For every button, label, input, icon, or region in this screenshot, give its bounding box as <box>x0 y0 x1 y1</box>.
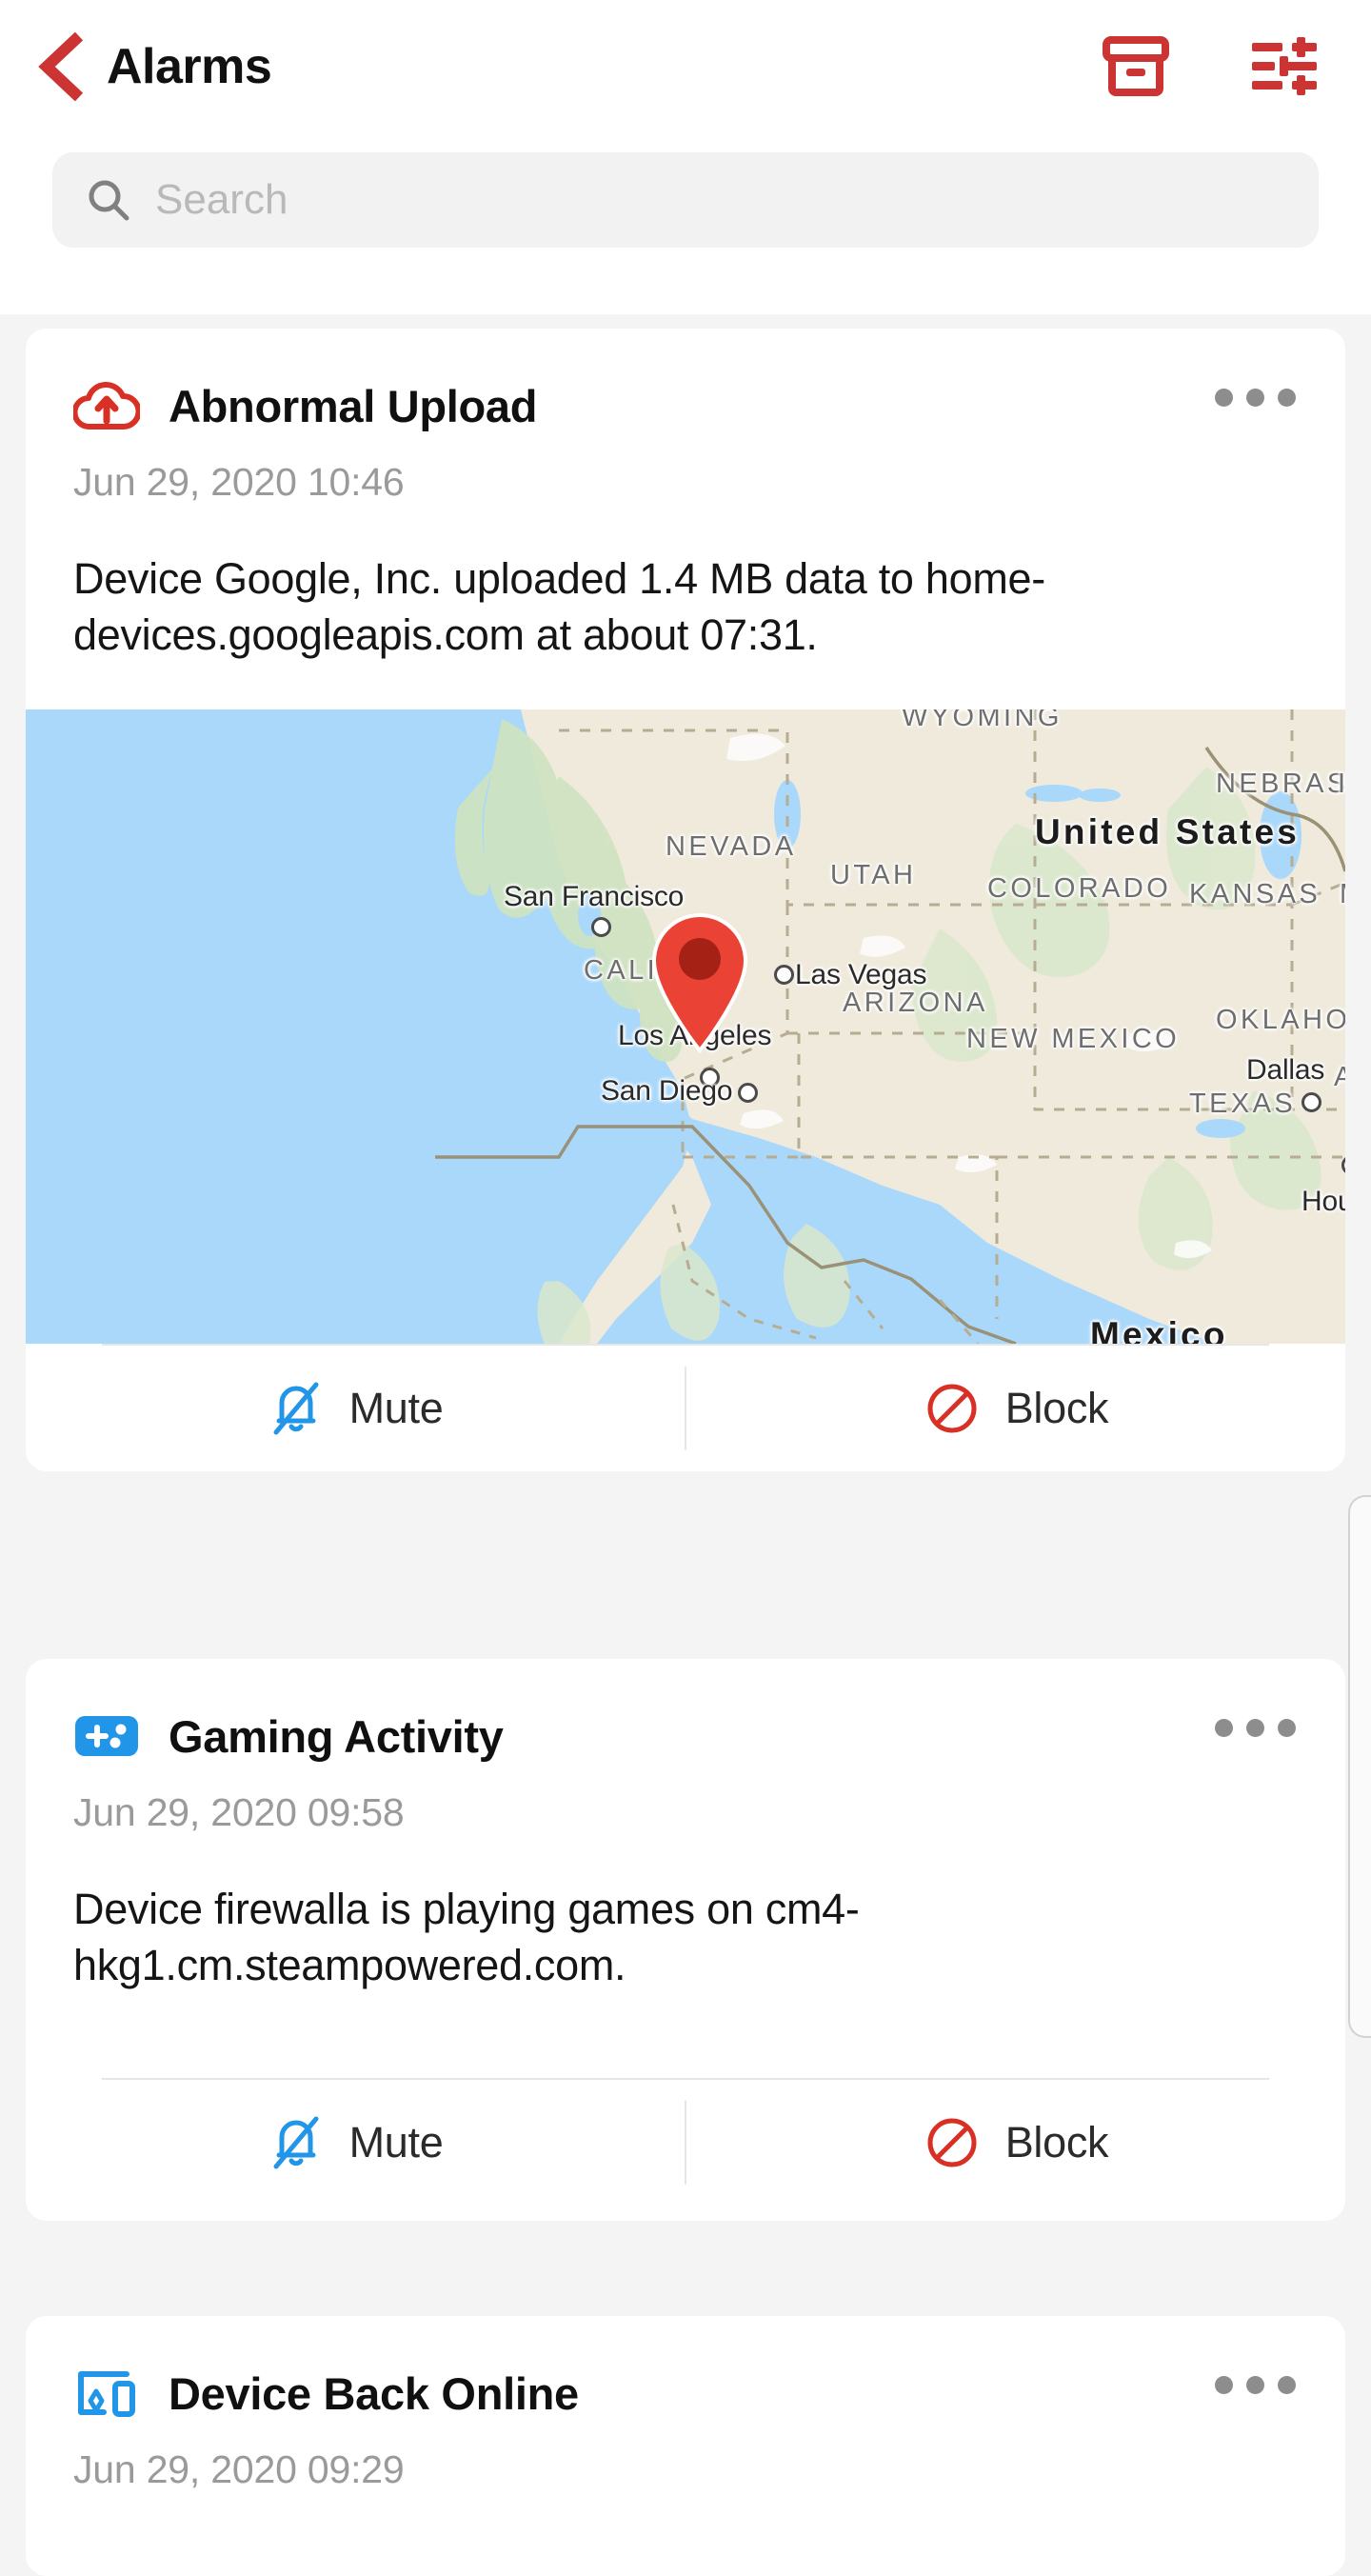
map-dot-los-angeles <box>700 1067 720 1088</box>
bell-slash-icon <box>268 1380 325 1437</box>
mute-label: Mute <box>348 2117 444 2167</box>
alarm-message: Device firewalla is playing games on cm4… <box>73 1885 860 1990</box>
archive-box-icon <box>1103 36 1169 96</box>
search-section <box>0 133 1371 314</box>
search-icon <box>87 178 130 222</box>
more-options-icon <box>1215 2375 1233 2394</box>
filter-button[interactable] <box>1243 26 1325 108</box>
app-header: Alarms <box>0 0 1371 133</box>
alarm-options-button[interactable] <box>1214 2366 1296 2404</box>
block-label: Block <box>1004 2117 1109 2167</box>
more-options-icon <box>1215 388 1233 407</box>
gamepad-icon <box>73 1703 140 1769</box>
more-options-icon <box>1215 1718 1233 1737</box>
alarm-title: Device Back Online <box>169 2367 579 2419</box>
block-circle-icon <box>924 1380 981 1437</box>
mute-label: Mute <box>348 1383 444 1432</box>
alarm-actions: Mute Block <box>26 1346 1345 1471</box>
alarm-card-device-back-online[interactable]: Device Back Online Jun 29, 2020 09:29 <box>26 2316 1345 2576</box>
archive-button[interactable] <box>1095 26 1177 108</box>
block-button[interactable]: Block <box>686 1346 1345 1471</box>
alarm-card-header: Abnormal Upload <box>26 329 1345 439</box>
alarm-card-header: Gaming Activity <box>26 1659 1345 1769</box>
alarm-options-button[interactable] <box>1214 1708 1296 1747</box>
alarm-actions: Mute Block <box>26 2080 1345 2206</box>
alarm-card-abnormal-upload[interactable]: Abnormal Upload Jun 29, 2020 10:46 Devic… <box>26 329 1345 1471</box>
alarm-message: Device Google, Inc. uploaded 1.4 MB data… <box>73 554 1045 660</box>
alarm-card-header: Device Back Online <box>26 2316 1345 2426</box>
block-button[interactable]: Block <box>686 2080 1345 2206</box>
map-location-pin <box>648 911 751 1054</box>
alarm-timestamp: Jun 29, 2020 09:29 <box>73 2447 405 2491</box>
block-circle-icon <box>924 2114 981 2171</box>
block-label: Block <box>1004 1383 1109 1432</box>
page-title: Alarms <box>107 39 272 94</box>
map-dot-san-diego <box>738 1082 758 1103</box>
map-dot-san-francisco <box>591 916 611 937</box>
cloud-upload-icon <box>73 372 140 439</box>
back-button[interactable] <box>25 30 99 104</box>
alarm-title: Gaming Activity <box>169 1710 504 1762</box>
alarm-title: Abnormal Upload <box>169 380 538 431</box>
mute-button[interactable]: Mute <box>26 1346 685 1471</box>
scroll-indicator[interactable] <box>1348 1495 1371 2038</box>
map-dot-dallas <box>1301 1091 1321 1112</box>
alarm-location-map[interactable]: NEVADA UTAH United States COLORADO KANSA… <box>26 709 1345 1344</box>
alarms-screen: Alarms Search Abnormal Upload Jun 29, 20… <box>0 0 1371 2576</box>
filter-sliders-icon <box>1252 37 1317 95</box>
alarm-timestamp: Jun 29, 2020 10:46 <box>73 460 405 504</box>
alarm-card-gaming-activity[interactable]: Gaming Activity Jun 29, 2020 09:58 Devic… <box>26 1659 1345 2221</box>
alarm-options-button[interactable] <box>1214 378 1296 416</box>
chevron-left-icon <box>38 31 84 102</box>
search-bar[interactable] <box>52 152 1319 248</box>
device-monitor-icon <box>73 2360 140 2426</box>
alarm-timestamp: Jun 29, 2020 09:58 <box>73 1790 405 1834</box>
bell-slash-icon <box>268 2114 325 2171</box>
mute-button[interactable]: Mute <box>26 2080 685 2206</box>
search-input[interactable] <box>155 176 1300 224</box>
map-dot-las-vegas <box>774 964 794 985</box>
